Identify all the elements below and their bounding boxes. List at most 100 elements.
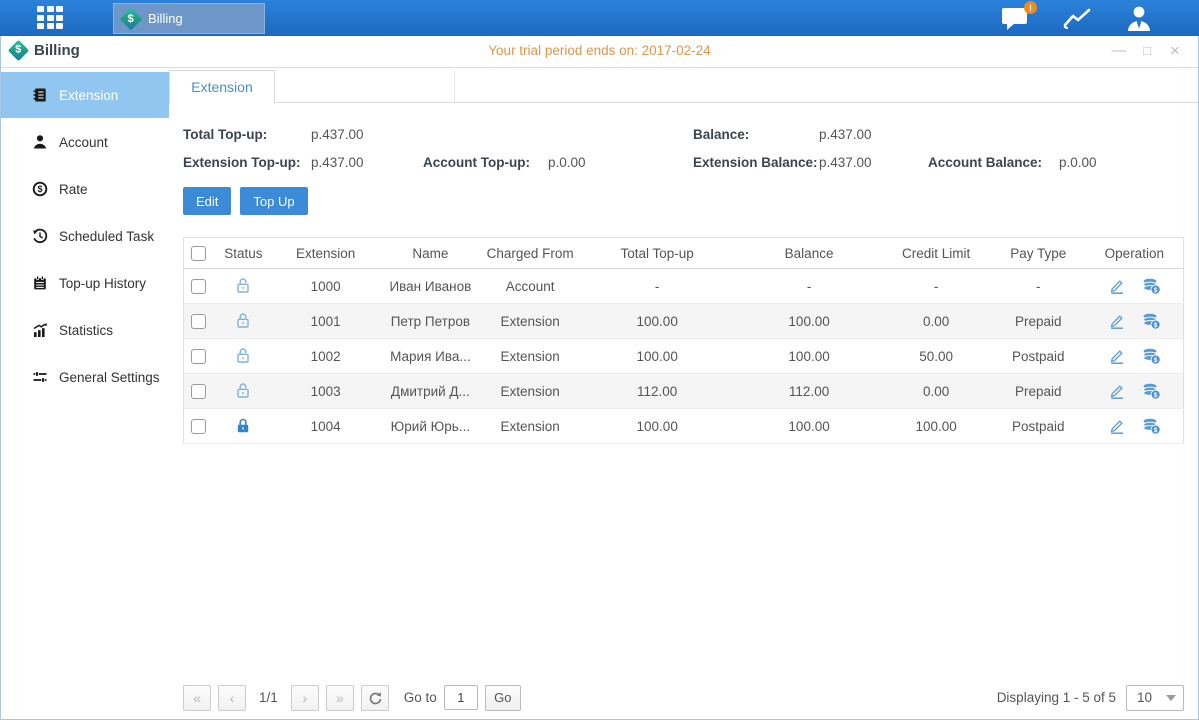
displaying-text: Displaying 1 - 5 of 5: [997, 690, 1116, 705]
refresh-button[interactable]: [361, 685, 389, 711]
select-all-checkbox[interactable]: [191, 246, 206, 261]
sidebar-item-label: General Settings: [59, 370, 160, 385]
sidebar-item-rate[interactable]: $ Rate: [1, 166, 169, 212]
tab-extension[interactable]: Extension: [169, 70, 275, 104]
pagination-bar: « ‹ 1/1 › » Go to Go Displaying 1 - 5 of…: [183, 684, 1184, 711]
lock-open-icon: [234, 276, 252, 294]
page-indicator: 1/1: [253, 690, 284, 705]
topup-coins-icon[interactable]: $: [1142, 312, 1161, 330]
col-status: Status: [213, 238, 273, 269]
cell-credit-limit: 0.00: [881, 304, 991, 339]
statistics-chart-icon[interactable]: [1061, 4, 1097, 32]
col-total-topup: Total Top-up: [578, 238, 737, 269]
sidebar-item-topup-history[interactable]: Top-up History: [1, 260, 169, 306]
row-checkbox[interactable]: [191, 314, 206, 329]
cell-credit-limit: -: [881, 269, 991, 304]
lock-open-icon: [234, 311, 252, 329]
table-row: 1001Петр ПетровExtension100.00100.000.00…: [184, 304, 1184, 339]
edit-pencil-icon[interactable]: [1108, 277, 1126, 295]
svg-text:$: $: [1154, 287, 1158, 294]
topup-coins-icon[interactable]: $: [1142, 382, 1161, 400]
page-size-select[interactable]: 10: [1126, 685, 1184, 711]
svg-text:$: $: [1154, 322, 1158, 329]
apps-grid-icon[interactable]: [37, 6, 69, 31]
cell-credit-limit: 50.00: [881, 339, 991, 374]
status-unlocked[interactable]: [234, 311, 252, 329]
table-header-row: Status Extension Name Charged From Total…: [184, 238, 1184, 269]
top-up-button[interactable]: Top Up: [240, 187, 307, 215]
topup-coins-icon[interactable]: $: [1142, 347, 1161, 365]
cell-extension: 1000: [273, 269, 378, 304]
first-page-button[interactable]: «: [183, 685, 211, 711]
topup-coins-icon[interactable]: $: [1142, 417, 1161, 435]
taskbar-tab-billing[interactable]: $ Billing: [113, 3, 265, 34]
maximize-button[interactable]: □: [1138, 41, 1156, 61]
edit-pencil-icon[interactable]: [1108, 382, 1126, 400]
status-unlocked[interactable]: [234, 346, 252, 364]
cell-pay-type: -: [991, 269, 1086, 304]
sidebar-item-account[interactable]: Account: [1, 119, 169, 165]
table-row: 1004Юрий Юрь...Extension100.00100.00100.…: [184, 409, 1184, 444]
sidebar-item-label: Rate: [59, 182, 88, 197]
dollar-coin-icon: $: [32, 181, 48, 197]
svg-text:$: $: [37, 184, 42, 194]
user-icon[interactable]: [1123, 4, 1159, 32]
status-unlocked[interactable]: [234, 381, 252, 399]
cell-name: Иван Иванов: [378, 269, 483, 304]
cell-pay-type: Postpaid: [991, 339, 1086, 374]
status-unlocked[interactable]: [234, 276, 252, 294]
lock-closed-icon: [234, 416, 252, 434]
goto-page-input[interactable]: [444, 685, 478, 710]
main-content: Extension Total Top-up: p.437.00 Balance…: [169, 68, 1198, 719]
minimize-button[interactable]: —: [1110, 41, 1128, 61]
cell-balance: 100.00: [737, 339, 881, 374]
account-balance-label: Account Balance:: [928, 155, 1059, 170]
prev-page-button[interactable]: ‹: [218, 685, 246, 711]
extension-balance-value: p.437.00: [819, 155, 928, 170]
cell-pay-type: Postpaid: [991, 409, 1086, 444]
sidebar-item-statistics[interactable]: Statistics: [1, 307, 169, 353]
desktop-topbar: $ Billing !: [0, 0, 1199, 36]
edit-pencil-icon[interactable]: [1108, 312, 1126, 330]
last-page-button[interactable]: »: [326, 685, 354, 711]
row-checkbox[interactable]: [191, 279, 206, 294]
summary-panel: Total Top-up: p.437.00 Balance: p.437.00…: [183, 127, 1184, 170]
status-locked[interactable]: [234, 416, 252, 434]
extension-topup-value: p.437.00: [311, 155, 423, 170]
sidebar-item-scheduled-task[interactable]: Scheduled Task: [1, 213, 169, 259]
cell-balance: 100.00: [737, 409, 881, 444]
edit-button[interactable]: Edit: [183, 187, 231, 215]
col-charged-from: Charged From: [483, 238, 578, 269]
topup-coins-icon[interactable]: $: [1142, 277, 1161, 295]
cell-total-topup: 112.00: [578, 374, 737, 409]
cell-extension: 1003: [273, 374, 378, 409]
row-checkbox[interactable]: [191, 349, 206, 364]
cell-balance: -: [737, 269, 881, 304]
sidebar-item-label: Scheduled Task: [59, 229, 154, 244]
next-page-button[interactable]: ›: [291, 685, 319, 711]
row-checkbox[interactable]: [191, 384, 206, 399]
close-button[interactable]: ×: [1166, 41, 1184, 61]
sidebar-item-label: Top-up History: [59, 276, 146, 291]
tabbar: Extension: [169, 68, 1198, 103]
chart-growth-icon: [32, 322, 48, 338]
messages-icon[interactable]: !: [999, 4, 1035, 32]
cell-total-topup: 100.00: [578, 339, 737, 374]
notebook-icon: [32, 87, 48, 103]
cell-charged-from: Extension: [483, 374, 578, 409]
total-topup-value: p.437.00: [311, 127, 423, 142]
cell-credit-limit: 0.00: [881, 374, 991, 409]
lock-open-icon: [234, 346, 252, 364]
calendar-icon: [32, 275, 48, 291]
row-checkbox[interactable]: [191, 419, 206, 434]
cell-charged-from: Account: [483, 269, 578, 304]
billing-diamond-dollar-icon: $: [120, 7, 143, 30]
sidebar-item-extension[interactable]: Extension: [1, 72, 169, 118]
cell-total-topup: 100.00: [578, 409, 737, 444]
cell-extension: 1004: [273, 409, 378, 444]
sidebar-item-general-settings[interactable]: General Settings: [1, 354, 169, 400]
edit-pencil-icon[interactable]: [1108, 347, 1126, 365]
refresh-icon: [368, 691, 382, 705]
edit-pencil-icon[interactable]: [1108, 417, 1126, 435]
go-button[interactable]: Go: [485, 685, 521, 711]
